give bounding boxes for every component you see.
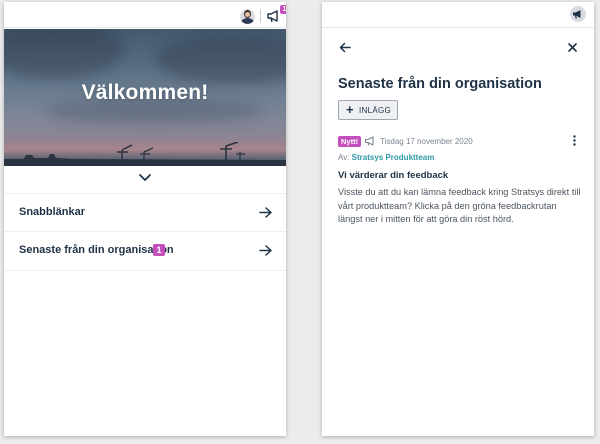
post-body: Visste du att du kan lämna feedback krin…	[338, 187, 581, 224]
new-badge: Nytt!	[338, 136, 362, 147]
post-date: Tisdag 17 november 2020	[380, 137, 473, 146]
top-bar	[322, 2, 594, 28]
news-panel: Senaste från din organisation + INLÄGG N…	[322, 2, 594, 436]
author-prefix: Av:	[338, 153, 350, 162]
harbor-silhouette	[4, 142, 286, 166]
megaphone-icon	[573, 10, 581, 19]
add-post-button[interactable]: + INLÄGG	[338, 100, 398, 120]
home-panel: 1 Välkommen! Snabblänkar Senaste från di…	[4, 2, 286, 436]
arrow-left-icon[interactable]	[339, 42, 351, 53]
top-bar: 1	[4, 2, 286, 28]
plus-icon: +	[346, 102, 354, 117]
topbar-divider	[260, 9, 261, 23]
author-link[interactable]: Stratsys Produktteam	[352, 153, 435, 162]
row-quick-links[interactable]: Snabblänkar	[4, 193, 286, 231]
chevron-down-icon[interactable]	[138, 173, 152, 183]
list-divider	[4, 270, 286, 271]
row-count-badge: 1	[153, 244, 165, 256]
hero-banner: Välkommen!	[4, 29, 286, 166]
post-author-line: Av: Stratsys Produktteam	[338, 153, 434, 162]
avatar-body	[241, 18, 254, 24]
avatar[interactable]	[240, 9, 255, 24]
arrow-right-icon	[259, 207, 272, 218]
add-post-label: INLÄGG	[359, 106, 392, 115]
close-icon[interactable]	[568, 43, 577, 52]
megaphone-icon	[364, 136, 374, 146]
post-heading: Vi värderar din feedback	[338, 170, 449, 181]
row-latest-from-organisation[interactable]: Senaste från din organisation 1	[4, 231, 286, 269]
notification-badge: 1	[280, 5, 286, 14]
hero-title: Välkommen!	[81, 81, 209, 104]
kebab-menu-icon[interactable]	[573, 135, 576, 146]
announcements-button[interactable]	[570, 6, 586, 22]
avatar-face	[245, 12, 250, 17]
page-title: Senaste från din organisation	[338, 76, 542, 92]
row-label: Snabblänkar	[19, 206, 86, 218]
arrow-right-icon	[259, 245, 272, 256]
row-label: Senaste från din organisation	[19, 244, 174, 256]
